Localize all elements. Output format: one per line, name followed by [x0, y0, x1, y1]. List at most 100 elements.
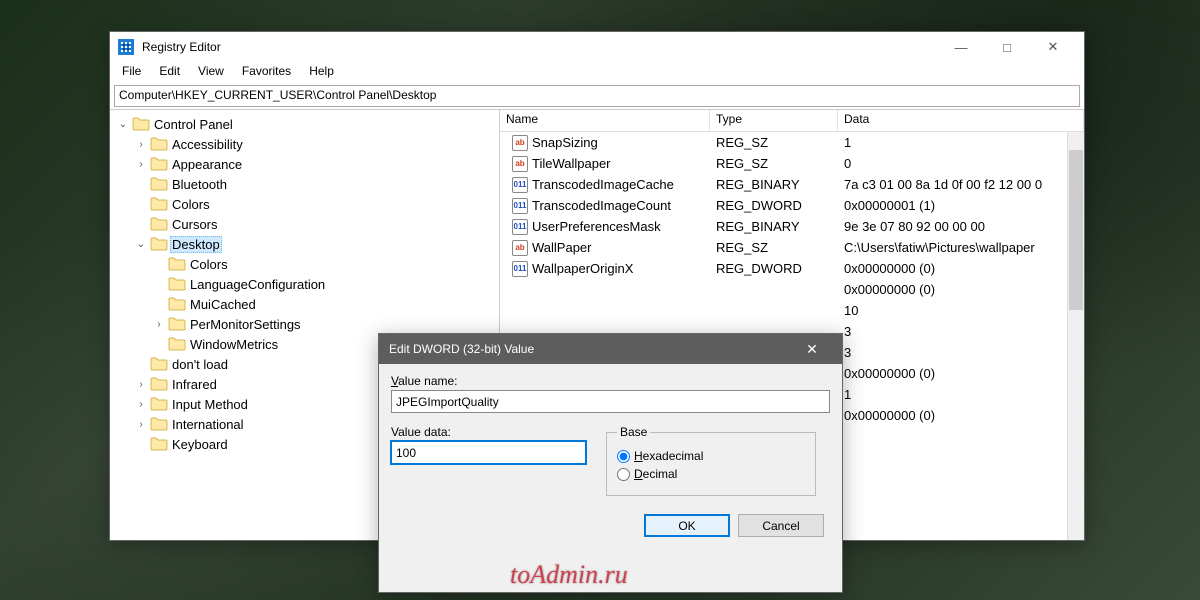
expander-icon[interactable]: ›: [134, 399, 148, 410]
list-row[interactable]: ab WallPaper REG_SZC:\Users\fatiw\Pictures…: [500, 237, 1084, 258]
list-row[interactable]: 10: [500, 300, 1084, 321]
titlebar: Registry Editor — □ ✕: [110, 32, 1084, 62]
ok-button[interactable]: OK: [644, 514, 730, 537]
expander-icon[interactable]: ›: [134, 159, 148, 170]
expander-icon[interactable]: ›: [152, 319, 166, 330]
tree-item-label: Accessibility: [170, 137, 245, 152]
value-data: 0x00000000 (0): [838, 261, 1084, 276]
value-data: 0x00000000 (0): [838, 366, 1084, 381]
hexadecimal-radio[interactable]: Hexadecimal: [617, 449, 805, 463]
value-data: 3: [838, 345, 1084, 360]
value-name: UserPreferencesMask: [532, 219, 661, 234]
folder-icon: [150, 237, 168, 251]
folder-icon: [150, 217, 168, 231]
folder-icon: [150, 437, 168, 451]
reg-string-icon: ab: [512, 135, 528, 151]
column-data[interactable]: Data: [838, 110, 1084, 131]
reg-string-icon: ab: [512, 156, 528, 172]
tree-item-label: Cursors: [170, 217, 220, 232]
reg-binary-icon: 011: [512, 261, 528, 277]
reg-binary-icon: 011: [512, 177, 528, 193]
value-name: WallpaperOriginX: [532, 261, 633, 276]
tree-item-colors[interactable]: Colors: [110, 254, 499, 274]
tree-item-label: Colors: [170, 197, 212, 212]
expander-icon[interactable]: ⌄: [134, 239, 148, 250]
list-row[interactable]: 011WallpaperOriginXREG_DWORD0x00000000 (…: [500, 258, 1084, 279]
menubar: File Edit View Favorites Help: [110, 62, 1084, 83]
tree-item-label: Input Method: [170, 397, 250, 412]
value-type: REG_SZ: [710, 156, 838, 171]
column-name[interactable]: Name: [500, 110, 710, 131]
expander-icon[interactable]: ›: [134, 379, 148, 390]
decimal-radio[interactable]: Decimal: [617, 467, 805, 481]
dialog-body: Value name: Value data: Base Hexadecimal…: [379, 364, 842, 547]
expander-icon[interactable]: ⌄: [116, 119, 130, 130]
menu-file[interactable]: File: [114, 62, 149, 83]
folder-icon: [132, 117, 150, 131]
list-row[interactable]: 011UserPreferencesMaskREG_BINARY9e 3e 07…: [500, 216, 1084, 237]
edit-dword-dialog: Edit DWORD (32-bit) Value ✕ Value name: …: [378, 333, 843, 593]
tree-item-desktop[interactable]: ⌄ Desktop: [110, 234, 499, 254]
hexadecimal-radio-input[interactable]: [617, 450, 630, 463]
tree-item-label: don't load: [170, 357, 230, 372]
close-button[interactable]: ✕: [1030, 32, 1076, 62]
dialog-close-button[interactable]: ✕: [792, 334, 832, 364]
expander-icon[interactable]: ›: [134, 419, 148, 430]
tree-item-label: PerMonitorSettings: [188, 317, 303, 332]
minimize-button[interactable]: —: [938, 32, 984, 62]
vertical-scrollbar[interactable]: [1067, 132, 1084, 540]
menu-favorites[interactable]: Favorites: [234, 62, 299, 83]
tree-item-label: Desktop: [170, 236, 222, 253]
tree-item-appearance[interactable]: ›Appearance: [110, 154, 499, 174]
value-data: 7a c3 01 00 8a 1d 0f 00 f2 12 00 0: [838, 177, 1084, 192]
tree-item-label: Colors: [188, 257, 230, 272]
value-data: 0x00000000 (0): [838, 282, 1084, 297]
list-row[interactable]: 011TranscodedImageCacheREG_BINARY7a c3 0…: [500, 174, 1084, 195]
tree-item-control-panel[interactable]: ⌄Control Panel: [110, 114, 499, 134]
list-row[interactable]: 0x00000000 (0): [500, 279, 1084, 300]
value-data-input[interactable]: [391, 441, 586, 464]
tree-item-languageconfiguration[interactable]: LanguageConfiguration: [110, 274, 499, 294]
menu-edit[interactable]: Edit: [151, 62, 188, 83]
list-row[interactable]: 011TranscodedImageCountREG_DWORD0x000000…: [500, 195, 1084, 216]
cancel-button[interactable]: Cancel: [738, 514, 824, 537]
value-data: 1: [838, 387, 1084, 402]
tree-item-colors[interactable]: Colors: [110, 194, 499, 214]
folder-icon: [150, 377, 168, 391]
folder-icon: [168, 337, 186, 351]
address-bar[interactable]: Computer\HKEY_CURRENT_USER\Control Panel…: [114, 85, 1080, 107]
base-fieldset: Base Hexadecimal Decimal: [606, 425, 816, 496]
expander-icon[interactable]: ›: [134, 139, 148, 150]
base-legend: Base: [617, 425, 650, 439]
value-name-input[interactable]: [391, 390, 830, 413]
value-type: REG_SZ: [710, 240, 838, 255]
list-row[interactable]: abTileWallpaperREG_SZ0: [500, 153, 1084, 174]
menu-view[interactable]: View: [190, 62, 232, 83]
value-name: TranscodedImageCount: [532, 198, 671, 213]
tree-item-permonitorsettings[interactable]: › PerMonitorSettings: [110, 314, 499, 334]
tree-item-label: Bluetooth: [170, 177, 229, 192]
decimal-radio-input[interactable]: [617, 468, 630, 481]
window-title: Registry Editor: [142, 40, 221, 54]
scrollbar-thumb[interactable]: [1069, 150, 1083, 310]
value-data: C:\Users\fatiw\Pictures\wallpaper: [838, 240, 1084, 255]
tree-item-label: Infrared: [170, 377, 219, 392]
list-row[interactable]: abSnapSizingREG_SZ1: [500, 132, 1084, 153]
value-data: 3: [838, 324, 1084, 339]
value-name: WallPaper: [532, 240, 591, 255]
value-data-label: Value data:: [391, 425, 586, 439]
tree-item-muicached[interactable]: MuiCached: [110, 294, 499, 314]
tree-item-cursors[interactable]: Cursors: [110, 214, 499, 234]
dialog-titlebar: Edit DWORD (32-bit) Value ✕: [379, 334, 842, 364]
maximize-button[interactable]: □: [984, 32, 1030, 62]
folder-icon: [150, 397, 168, 411]
value-data: 0x00000000 (0): [838, 408, 1084, 423]
folder-icon: [168, 277, 186, 291]
menu-help[interactable]: Help: [301, 62, 342, 83]
tree-item-bluetooth[interactable]: Bluetooth: [110, 174, 499, 194]
reg-string-icon: ab: [512, 240, 528, 256]
column-type[interactable]: Type: [710, 110, 838, 131]
tree-item-accessibility[interactable]: › Accessibility: [110, 134, 499, 154]
value-name-label: Value name:: [391, 374, 830, 388]
list-header: Name Type Data: [500, 110, 1084, 132]
